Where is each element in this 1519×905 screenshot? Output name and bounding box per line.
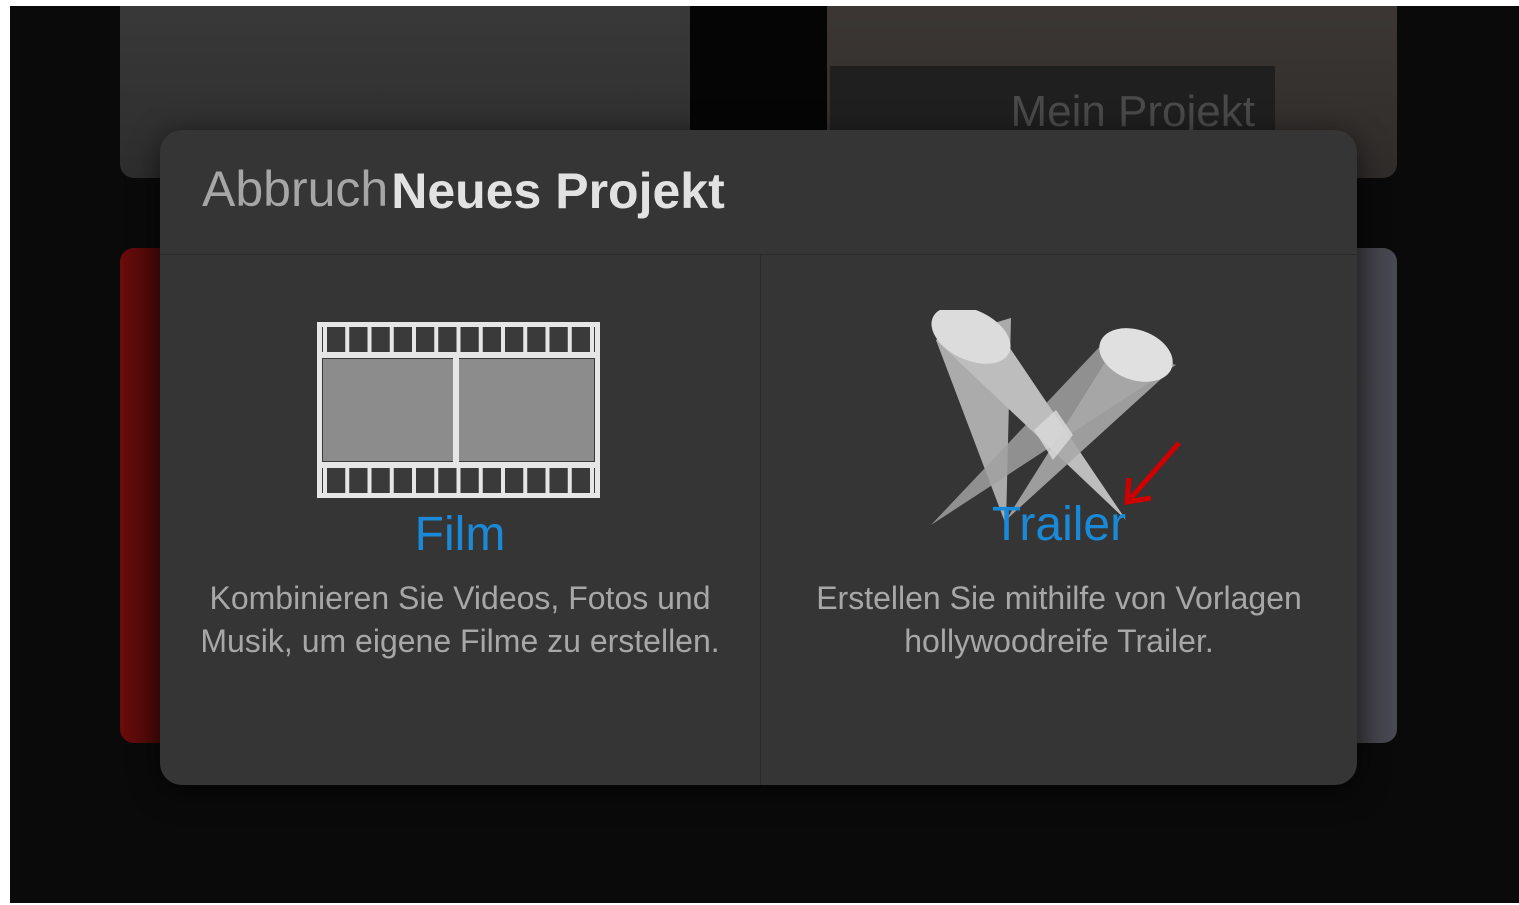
dialog-title: Neues Projekt bbox=[391, 163, 725, 219]
film-option-description: Kombinieren Sie Videos, Fotos und Musik,… bbox=[200, 580, 720, 659]
film-option[interactable]: Film Kombinieren Sie Videos, Fotos und M… bbox=[160, 255, 760, 785]
annotation-arrow-icon bbox=[1124, 441, 1181, 505]
new-project-dialog: Abbruch Neues Projekt Film Kombinieren S… bbox=[160, 130, 1357, 785]
film-option-title: Film bbox=[414, 508, 506, 561]
project-type-options: Film Kombinieren Sie Videos, Fotos und M… bbox=[160, 255, 1357, 785]
trailer-option-description: Erstellen Sie mithilfe von Vorlagen holl… bbox=[816, 580, 1302, 659]
dialog-header: Abbruch Neues Projekt bbox=[160, 130, 1357, 255]
background-project-thumbnail bbox=[1350, 248, 1397, 743]
background-gap bbox=[690, 6, 827, 130]
background-project-title: Mein Projekt bbox=[830, 66, 1275, 130]
trailer-option-title: Trailer bbox=[991, 498, 1127, 551]
app-screen: Mein Projekt Abbruch Neues Projekt Film … bbox=[10, 6, 1519, 903]
film-strip-icon bbox=[317, 322, 600, 498]
trailer-option[interactable]: Trailer Erstellen Sie mithilfe von Vorla… bbox=[761, 255, 1357, 785]
